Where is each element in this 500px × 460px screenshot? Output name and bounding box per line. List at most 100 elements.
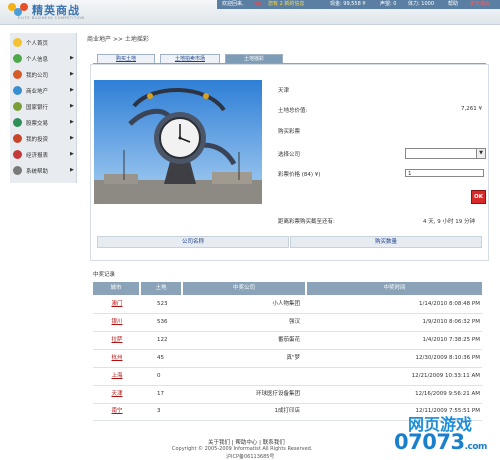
sidebar-item-profile[interactable]: 个人信息 ▶ [10,51,76,67]
city-name: 天津 [278,88,290,94]
watermark-logo: 07073.com [394,430,487,454]
chevron-down-icon[interactable]: ▼ [476,149,485,158]
sidebar-item-investments[interactable]: 我的投资 ▶ [10,131,76,147]
report-icon [13,150,22,159]
records-title: 中奖记录 [93,272,116,278]
help-link[interactable]: 帮助 [448,0,458,9]
buy-ticket-heading: 购买彩票 [278,129,301,135]
footer-icp: 沪ICP备06113685号 [226,454,275,460]
chevron-right-icon: ▶ [70,71,74,77]
sidebar-item-label: 个人信息 [26,57,49,63]
company-cell: 1成打印店 [274,408,301,414]
sidebar: 个人首页 个人信息 ▶ 我的公司 ▶ 商业地产 ▶ 国家银行 ▶ 股票交易 ▶ … [10,33,77,183]
time-cell: 1/4/2010 7:38:25 PM [422,337,480,343]
sidebar-item-label: 商业地产 [26,89,49,95]
total-price-value: 7,261 ¥ [461,106,482,112]
sidebar-item-home[interactable]: 个人首页 [10,35,76,51]
buyers-company-header: 公司名称 [97,236,289,248]
company-icon [13,70,22,79]
sidebar-item-company[interactable]: 我的公司 ▶ [10,67,76,83]
chevron-right-icon: ▶ [70,103,74,109]
city-link[interactable]: 拉萨 [93,332,141,349]
footer-links[interactable]: 关于我们 | 帮助中心 | 联系我们 [208,438,285,446]
ok-button[interactable]: OK [471,190,486,204]
invest-icon [13,134,22,143]
table-row: 杭州 45 真"梦 12/30/2009 8:10:36 PM [93,350,482,368]
sidebar-item-bank[interactable]: 国家银行 ▶ [10,99,76,115]
company-cell: 小人物集团 [272,301,300,307]
logo-subtitle: ELITE BUSINESS COMPETITION [18,16,85,20]
sidebar-item-help[interactable]: 系统帮助 ▶ [10,163,76,179]
land-cell: 523 [157,301,168,307]
company-cell: 强汉 [288,319,300,325]
time-cell: 1/9/2010 8:06:32 PM [422,319,480,325]
sidebar-item-label: 国家银行 [26,105,49,111]
logout-link[interactable]: 安全退出 [470,0,490,9]
buyers-qty-header: 购买数量 [290,236,482,248]
username-link[interactable]: fanl [253,0,262,9]
city-link[interactable]: 澳门 [93,296,141,313]
smiley-icon [13,38,22,47]
city-link[interactable]: 上海 [93,368,141,385]
watermark-number: 07073 [394,430,465,454]
countdown-label: 距离彩票购买截至还有: [278,219,335,225]
chevron-right-icon: ▶ [70,119,74,125]
land-cell: 0 [157,373,161,379]
table-row: 澳门 523 小人物集团 1/14/2010 8:08:48 PM [93,296,482,314]
chevron-right-icon: ▶ [70,55,74,61]
breadcrumb: 商业地产 >> 土地摇彩 [87,36,149,43]
col-header-company: 中奖公司 [183,282,305,295]
chevron-right-icon: ▶ [70,87,74,93]
messages-link[interactable]: 您有 2 新的信息 [268,0,304,9]
ticket-price-label: 彩票价格 (84) ¥) [278,172,321,178]
table-row: 上海 0 12/21/2009 10:33:11 AM [93,368,482,386]
land-cell: 122 [157,337,168,343]
stamina-text: 体力: 1000 [408,1,434,7]
select-company-label: 选择公司 [278,152,301,158]
sidebar-item-label: 我的公司 [26,73,49,79]
company-select[interactable]: ▼ [405,148,486,159]
col-header-land: 土地 [141,282,181,295]
chevron-right-icon: ▶ [70,135,74,141]
bank-icon [13,102,22,111]
footer-copyright: Copyright © 2005-2009 Informatist All Ri… [172,446,313,452]
land-cell: 45 [157,355,164,361]
sidebar-item-label: 我的投资 [26,137,49,143]
city-link[interactable]: 南宁 [93,403,141,420]
city-link[interactable]: 天津 [93,386,141,403]
col-header-time: 中奖时间 [307,282,482,295]
company-cell: 真"梦 [286,355,300,361]
table-row: 天津 17 环球医疗设备集团 12/16/2009 9:56:21 AM [93,386,482,404]
total-price-label: 土地总价值: [278,108,308,114]
prestige-text: 声望: 0 [380,1,397,7]
city-link[interactable]: 杭州 [93,350,141,367]
help-icon [13,166,22,175]
sidebar-item-label: 个人首页 [26,41,49,47]
watermark-suffix: .com [464,442,488,452]
ticket-quantity-input[interactable]: 1 [405,169,484,177]
company-cell: 番茄蛋花 [277,337,300,343]
sidebar-item-reports[interactable]: 经济报表 ▶ [10,147,76,163]
sidebar-item-label: 股票交易 [26,121,49,127]
sidebar-item-label: 经济报表 [26,153,49,159]
city-link[interactable]: 银川 [93,314,141,331]
chevron-right-icon: ▶ [70,167,74,173]
landmark-photo [94,80,262,204]
table-row: 银川 536 强汉 1/9/2010 8:06:32 PM [93,314,482,332]
top-bar: 精英商战 ELITE BUSINESS COMPETITION 欢迎回来, fa… [0,0,500,25]
col-header-city: 城市 [93,282,139,295]
sidebar-item-stocks[interactable]: 股票交易 ▶ [10,115,76,131]
land-cell: 536 [157,319,168,325]
chevron-right-icon: ▶ [70,151,74,157]
stock-icon [13,118,22,127]
sidebar-item-real-estate[interactable]: 商业地产 ▶ [10,83,76,99]
welcome-text: 欢迎回来, [222,1,244,7]
sidebar-item-label: 系统帮助 [26,169,49,175]
countdown-value: 4 天, 9 小时 19 分钟 [423,219,475,225]
time-cell: 12/21/2009 10:33:11 AM [411,373,480,379]
person-icon [13,54,22,63]
cash-text: 现金: 99,558 ¥ [330,1,366,7]
globe-icon [13,86,22,95]
company-cell: 环球医疗设备集团 [255,391,300,397]
time-cell: 12/30/2009 8:10:36 PM [415,355,480,361]
